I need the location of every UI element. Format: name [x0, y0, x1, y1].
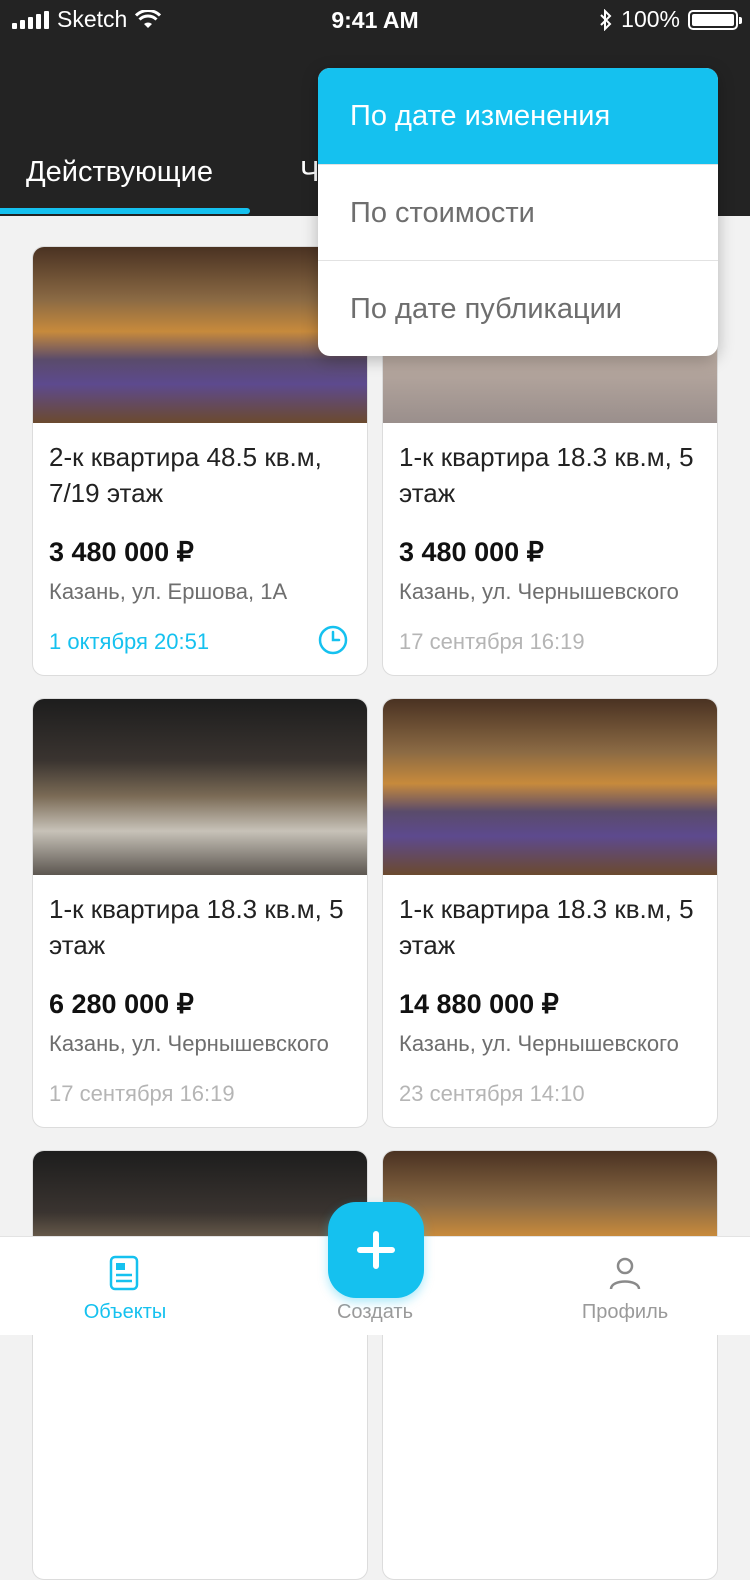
listing-date: 17 сентября 16:19 — [49, 1081, 235, 1106]
tab-indicator — [0, 208, 250, 214]
listing-card[interactable] — [382, 1150, 718, 1580]
nav-create-label: Создать — [336, 1301, 413, 1323]
listing-title: 1-к квартира 18.3 кв.м, 5 этаж — [399, 894, 694, 960]
listing-price: 14 880 000 ₽ — [399, 989, 559, 1019]
sort-option-by-modified[interactable]: По дате изменения — [318, 68, 718, 164]
listing-price: 3 480 000 ₽ — [399, 537, 544, 567]
sort-option-by-published[interactable]: По дате публикации — [318, 260, 718, 356]
listing-photo — [33, 699, 367, 875]
plus-icon — [357, 1231, 395, 1269]
tab-active[interactable]: Действующие — [26, 150, 213, 216]
listing-address: Казань, ул. Ершова, 1А — [49, 579, 288, 604]
clock-icon[interactable] — [317, 624, 349, 656]
listing-price: 6 280 000 ₽ — [49, 989, 194, 1019]
listing-date: 1 октября 20:51 — [49, 629, 210, 654]
user-icon — [609, 1257, 641, 1290]
listing-title: 2-к квартира 48.5 кв.м, 7/19 этаж — [49, 442, 322, 508]
listing-card[interactable]: 1-к квартира 18.3 кв.м, 5 этаж 14 880 00… — [382, 698, 718, 1128]
listing-title: 1-к квартира 18.3 кв.м, 5 этаж — [399, 442, 694, 508]
status-bar: Sketch 9:41 AM 100% — [0, 0, 750, 40]
tab-second[interactable]: Ч — [300, 150, 319, 216]
nav-objects-label: Объекты — [83, 1301, 167, 1323]
sort-option-by-price[interactable]: По стоимости — [318, 164, 718, 260]
listing-price: 3 480 000 ₽ — [49, 537, 194, 567]
listing-title: 1-к квартира 18.3 кв.м, 5 этаж — [49, 894, 344, 960]
document-icon — [109, 1255, 139, 1291]
battery-icon — [688, 9, 742, 30]
listing-address: Казань, ул. Чернышевского — [399, 579, 679, 604]
battery-group: 100% — [599, 6, 742, 33]
listing-card[interactable]: 1-к квартира 18.3 кв.м, 5 этаж 6 280 000… — [32, 698, 368, 1128]
listing-date: 23 сентября 14:10 — [399, 1081, 585, 1106]
battery-percent: 100% — [621, 6, 680, 32]
listing-date: 17 сентября 16:19 — [399, 629, 585, 654]
listing-address: Казань, ул. Чернышевского — [49, 1031, 329, 1056]
create-fab-button[interactable] — [328, 1202, 424, 1298]
listing-photo — [383, 699, 717, 875]
nav-profile-label: Профиль — [581, 1301, 669, 1323]
bluetooth-icon — [600, 8, 612, 31]
sort-dropdown: По дате изменения По стоимости По дате п… — [318, 68, 718, 356]
listing-address: Казань, ул. Чернышевского — [399, 1031, 679, 1056]
listing-card[interactable] — [32, 1150, 368, 1580]
